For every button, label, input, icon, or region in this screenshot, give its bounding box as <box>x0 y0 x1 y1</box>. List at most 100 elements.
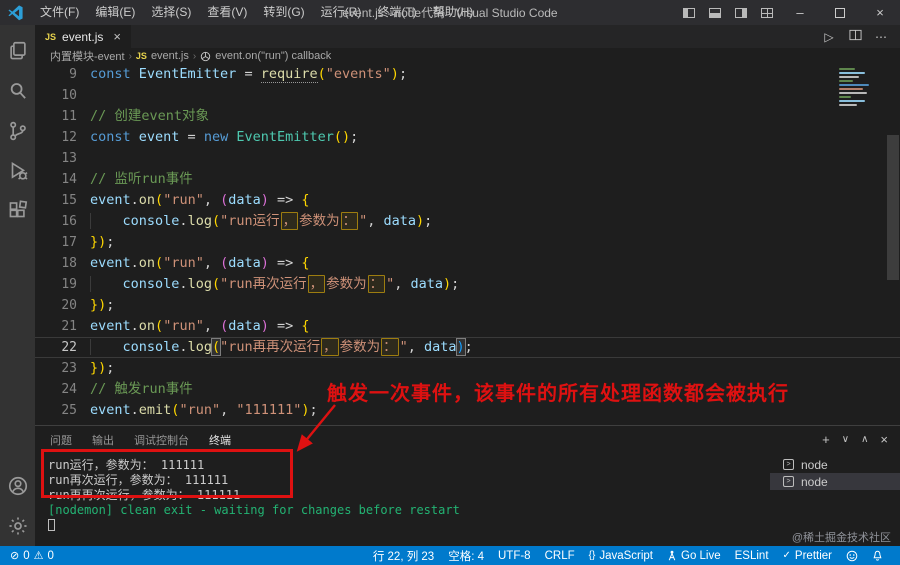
code-token: ( <box>318 66 326 82</box>
breadcrumb-module[interactable]: 内置模块-event <box>50 48 125 64</box>
close-panel-icon[interactable]: × <box>880 432 888 447</box>
toggle-sidebar-icon[interactable] <box>676 0 702 25</box>
toggle-panel-icon[interactable] <box>702 0 728 25</box>
menu-item[interactable]: 编辑(E) <box>87 0 143 25</box>
customize-layout-icon[interactable] <box>754 0 780 25</box>
new-terminal-icon[interactable]: + <box>822 432 830 447</box>
status-label: ESLint <box>735 550 769 562</box>
editor-scrollbar[interactable] <box>886 64 900 425</box>
tab-close-icon[interactable]: × <box>113 29 121 44</box>
line-number: 14 <box>35 169 90 190</box>
code-text: }); <box>90 295 114 316</box>
toggle-secondary-sidebar-icon[interactable] <box>728 0 754 25</box>
source-control-icon[interactable] <box>0 111 35 151</box>
panel-body: run运行，参数为： 111111run再次运行，参数为： 111111run再… <box>35 452 900 546</box>
run-debug-icon[interactable] <box>0 151 35 191</box>
terminal-list-item[interactable]: >node <box>770 473 900 490</box>
panel-tab-输出[interactable]: 输出 <box>91 427 115 452</box>
minimap[interactable] <box>837 66 883 110</box>
code-line[interactable]: 20}); <box>35 295 900 316</box>
status-eol[interactable]: CRLF <box>538 550 582 562</box>
code-token: console <box>123 213 180 229</box>
status-cursor-position[interactable]: 行 22, 列 23 <box>366 548 441 564</box>
code-line[interactable]: 11// 创建event对象 <box>35 106 900 127</box>
minimize-button[interactable]: – <box>780 0 820 25</box>
panel-tab-终端[interactable]: 终端 <box>208 427 232 452</box>
minimap-line <box>839 76 859 78</box>
tab-event-js[interactable]: JS event.js × <box>35 25 131 48</box>
code-token: const <box>90 66 131 82</box>
code-line[interactable]: 15event.on("run", (data) => { <box>35 190 900 211</box>
panel-tab-调试控制台[interactable]: 调试控制台 <box>133 427 190 452</box>
status-go-live[interactable]: Go Live <box>660 550 728 562</box>
breadcrumb-symbol[interactable]: event.on("run") callback <box>215 50 331 62</box>
accounts-icon[interactable] <box>0 466 35 506</box>
maximize-button[interactable] <box>820 0 860 25</box>
code-line[interactable]: 23}); <box>35 358 900 379</box>
minimap-line <box>839 88 863 90</box>
run-file-icon[interactable]: ▷ <box>818 30 840 44</box>
menu-item[interactable]: 选择(S) <box>143 0 199 25</box>
menu-item[interactable]: 查看(V) <box>199 0 255 25</box>
code-line[interactable]: 10 <box>35 85 900 106</box>
settings-gear-icon[interactable] <box>0 506 35 546</box>
code-token <box>90 213 123 229</box>
code-token: event <box>90 192 131 208</box>
status-feedback[interactable] <box>839 550 865 562</box>
terminal-list-item[interactable]: >node <box>770 456 900 473</box>
status-eslint[interactable]: ESLint <box>728 550 776 562</box>
status-language-mode[interactable]: {}JavaScript <box>582 550 660 562</box>
search-icon[interactable] <box>0 71 35 111</box>
warning-icon: ⚠ <box>34 549 44 562</box>
code-line[interactable]: 25event.emit("run", "111111"); <box>35 400 900 421</box>
code-token: ; <box>310 402 318 418</box>
status-prettier[interactable]: ✓Prettier <box>776 550 839 562</box>
maximize-panel-icon[interactable]: ∧ <box>861 434 868 445</box>
code-token: 参数为 <box>340 339 381 355</box>
status-bar-right: 行 22, 列 23空格: 4UTF-8CRLF{}JavaScriptGo L… <box>366 548 890 564</box>
code-token: "111111" <box>236 402 301 418</box>
close-button[interactable]: × <box>860 0 900 25</box>
explorer-icon[interactable] <box>0 31 35 71</box>
code-token: ( <box>212 276 220 292</box>
code-line[interactable]: 18event.on("run", (data) => { <box>35 253 900 274</box>
more-actions-icon[interactable]: ⋯ <box>870 30 892 44</box>
code-line[interactable]: 13 <box>35 148 900 169</box>
status-encoding[interactable]: UTF-8 <box>491 550 538 562</box>
code-token: ： <box>381 338 399 356</box>
scrollbar-thumb[interactable] <box>887 135 899 280</box>
breadcrumb-file[interactable]: event.js <box>151 50 189 62</box>
code-line[interactable]: 19 console.log("run再次运行，参数为：", data); <box>35 274 900 295</box>
code-token: event <box>90 255 131 271</box>
code-token: ; <box>350 129 358 145</box>
code-line[interactable]: 9const EventEmitter = require("events"); <box>35 64 900 85</box>
code-line[interactable]: 24// 触发run事件 <box>35 379 900 400</box>
code-token: emit <box>139 402 172 418</box>
terminal-dropdown-icon[interactable]: ∨ <box>842 434 849 445</box>
code-line[interactable]: 14// 监听run事件 <box>35 169 900 190</box>
code-line[interactable]: 17}); <box>35 232 900 253</box>
split-editor-icon[interactable] <box>844 29 866 44</box>
code-token: EventEmitter <box>139 66 237 82</box>
line-number: 9 <box>35 64 90 85</box>
terminal-output[interactable]: run运行，参数为： 111111run再次运行，参数为： 111111run再… <box>35 452 770 546</box>
status-notifications[interactable] <box>865 550 890 562</box>
code-line[interactable]: 22 console.log("run再再次运行，参数为：", data); <box>35 337 900 358</box>
extensions-icon[interactable] <box>0 191 35 231</box>
menu-item[interactable]: 转到(G) <box>255 0 312 25</box>
menu-item[interactable]: 文件(F) <box>32 0 87 25</box>
code-token: log <box>188 339 212 355</box>
error-count: 0 <box>23 550 29 562</box>
code-line[interactable]: 21event.on("run", (data) => { <box>35 316 900 337</box>
code-token: EventEmitter <box>236 129 334 145</box>
code-line[interactable]: 16 console.log("run运行，参数为：", data); <box>35 211 900 232</box>
code-editor[interactable]: 9const EventEmitter = require("events");… <box>35 64 900 425</box>
panel-tab-问题[interactable]: 问题 <box>49 427 73 452</box>
code-token: ( <box>212 213 220 229</box>
status-indentation[interactable]: 空格: 4 <box>441 548 491 564</box>
code-token: ) <box>301 402 309 418</box>
code-line[interactable]: 12const event = new EventEmitter(); <box>35 127 900 148</box>
problems-status[interactable]: ⊘ 0 ⚠ 0 <box>8 549 56 562</box>
code-token: , <box>204 192 220 208</box>
code-token: "events" <box>326 66 391 82</box>
